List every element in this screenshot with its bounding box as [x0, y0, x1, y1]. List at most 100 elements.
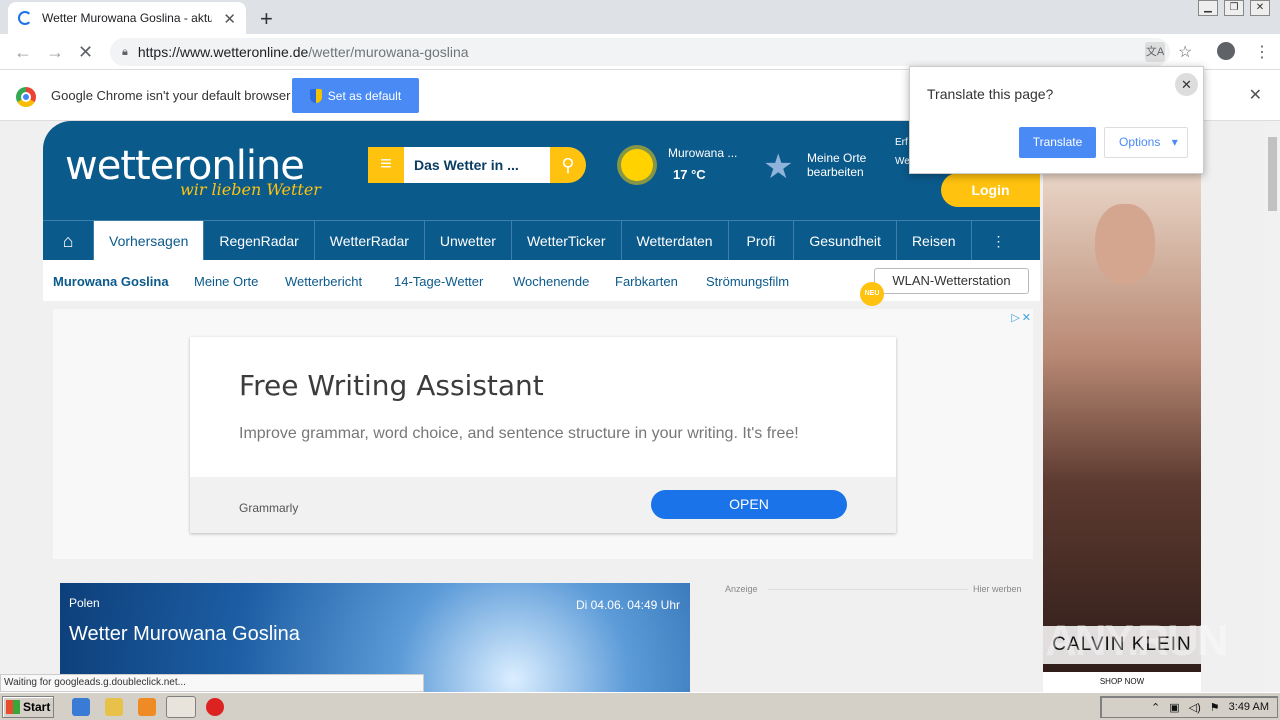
- ie-icon[interactable]: [72, 698, 90, 716]
- subnav-wochenende[interactable]: Wochenende: [513, 274, 589, 289]
- tab-active[interactable]: Wetter Murowana Goslina - aktuelle ✕: [8, 2, 246, 34]
- tab-close-icon[interactable]: ✕: [223, 10, 236, 28]
- translate-close-icon[interactable]: ✕: [1175, 73, 1198, 96]
- bookmark-star-icon[interactable]: ☆: [1178, 42, 1192, 62]
- current-weather-city[interactable]: Murowana ...: [668, 146, 737, 160]
- profile-icon[interactable]: [1217, 42, 1235, 60]
- infobar-close-icon[interactable]: ✕: [1249, 85, 1262, 105]
- status-bubble: Waiting for googleads.g.doubleclick.net.…: [0, 674, 424, 692]
- stop-app-icon[interactable]: [206, 698, 224, 716]
- subnav-farbkarten[interactable]: Farbkarten: [615, 274, 678, 289]
- search-icon[interactable]: ⚲: [550, 147, 586, 183]
- subnav-wetterbericht[interactable]: Wetterbericht: [285, 274, 362, 289]
- folder-icon[interactable]: [105, 698, 123, 716]
- ad-title: Free Writing Assistant: [239, 369, 544, 402]
- location-search-input[interactable]: Das Wetter in ...: [404, 147, 550, 183]
- back-icon[interactable]: ←: [14, 42, 32, 63]
- side-ad[interactable]: CALVIN KLEIN SHOP NOW: [1043, 174, 1201, 692]
- subnav-meine-orte[interactable]: Meine Orte: [194, 274, 258, 289]
- nav-profi[interactable]: Profi: [729, 221, 795, 261]
- anzeige-label: Anzeige: [725, 584, 758, 594]
- set-default-button[interactable]: Set as default: [292, 78, 419, 113]
- volume-icon[interactable]: ◁): [1189, 701, 1201, 714]
- page-content: wetteronline wir lieben Wetter ≡ Das Wet…: [0, 121, 1265, 692]
- tab-strip: Wetter Murowana Goslina - aktuelle ✕ + ▁…: [0, 0, 1280, 34]
- infobar-message: Google Chrome isn't your default browser: [51, 88, 291, 103]
- hier-werben-link[interactable]: Hier werben: [973, 584, 1022, 594]
- clock[interactable]: 3:49 AM: [1229, 701, 1269, 713]
- translate-options-button[interactable]: Options ▾: [1104, 127, 1188, 158]
- lock-icon: 🔒︎: [122, 45, 128, 58]
- url-text: https://www.wetteronline.de/wetter/murow…: [137, 44, 469, 60]
- more-icon[interactable]: ⋮: [972, 221, 1026, 261]
- loading-icon: [18, 11, 32, 25]
- ad-image: [1095, 204, 1155, 284]
- site-header: wetteronline wir lieben Wetter ≡ Das Wet…: [43, 121, 1040, 220]
- translate-button[interactable]: Translate: [1019, 127, 1096, 158]
- translate-icon[interactable]: 文A: [1145, 42, 1165, 62]
- login-button[interactable]: Login: [941, 173, 1040, 207]
- location-search: ≡ Das Wetter in ... ⚲: [368, 147, 586, 183]
- main-navigation: ⌂ Vorhersagen RegenRadar WetterRadar Unw…: [43, 220, 1040, 261]
- page-scrollbar[interactable]: [1265, 121, 1280, 692]
- minimize-button[interactable]: ▁: [1198, 0, 1218, 16]
- network-icon[interactable]: ▣: [1169, 701, 1179, 714]
- meine-orte-link[interactable]: Meine Orte bearbeiten: [807, 151, 866, 179]
- subnav-14-tage-wetter[interactable]: 14-Tage-Wetter: [394, 274, 483, 289]
- stop-icon[interactable]: ✕: [78, 42, 93, 63]
- nav-wetterdaten[interactable]: Wetterdaten: [622, 221, 729, 261]
- nav-wetterradar[interactable]: WetterRadar: [315, 221, 425, 261]
- translate-popup: Translate this page? ✕ Translate Options…: [909, 66, 1204, 174]
- current-temperature: 17 °C: [673, 167, 706, 182]
- nav-regenradar[interactable]: RegenRadar: [204, 221, 315, 261]
- windows-logo-icon: [6, 700, 20, 714]
- hamburger-menu-icon[interactable]: ≡: [368, 147, 404, 183]
- chrome-logo-icon: [16, 87, 36, 107]
- address-bar[interactable]: 🔒︎ https://www.wetteronline.de/wetter/mu…: [110, 38, 1170, 66]
- hero-datetime: Di 04.06. 04:49 Uhr: [575, 598, 680, 612]
- system-tray: ⌃ ▣ ◁) ⚑ 3:49 AM: [1100, 696, 1278, 718]
- tray-arrow-icon[interactable]: ⌃: [1151, 701, 1160, 714]
- start-button[interactable]: Start: [2, 696, 54, 718]
- nav-vorhersagen[interactable]: Vorhersagen: [94, 221, 205, 261]
- site-slogan: wir lieben Wetter: [180, 180, 321, 199]
- forward-icon[interactable]: →: [46, 42, 64, 63]
- nav-gesundheit[interactable]: Gesundheit: [794, 221, 897, 261]
- star-icon[interactable]: ★: [763, 147, 793, 187]
- flag-icon[interactable]: ⚑: [1210, 701, 1220, 714]
- nav-unwetter[interactable]: Unwetter: [425, 221, 512, 261]
- ad-choices-icon[interactable]: ▷✕: [1011, 311, 1033, 324]
- media-player-icon[interactable]: [138, 698, 156, 716]
- ad-description: Improve grammar, word choice, and senten…: [239, 425, 799, 442]
- translate-title: Translate this page?: [927, 86, 1054, 102]
- ad-brand: Grammarly: [239, 501, 299, 515]
- menu-icon[interactable]: ⋮: [1254, 42, 1270, 62]
- set-default-label: Set as default: [327, 88, 402, 103]
- watermark: ANY.RUN: [1045, 616, 1229, 665]
- close-window-button[interactable]: ✕: [1250, 0, 1270, 16]
- home-icon[interactable]: ⌂: [43, 221, 94, 261]
- chrome-taskbar-icon[interactable]: [166, 696, 196, 718]
- hero-country[interactable]: Polen: [69, 596, 100, 610]
- ad-open-button[interactable]: OPEN: [651, 490, 847, 519]
- new-tab-button[interactable]: +: [260, 6, 273, 32]
- shield-icon: [309, 88, 322, 103]
- divider: [768, 589, 968, 590]
- nav-reisen[interactable]: Reisen: [897, 221, 972, 261]
- wlan-wetterstation-button[interactable]: WLAN-Wetterstation: [874, 268, 1029, 294]
- sun-icon: [621, 149, 653, 181]
- scrollbar-thumb[interactable]: [1268, 137, 1277, 211]
- sub-navigation: Murowana Goslina Meine Orte Wetterberich…: [43, 260, 1040, 306]
- subnav-stroemungsfilm[interactable]: Strömungsfilm: [706, 274, 789, 289]
- window-controls: ▁ ❐ ✕: [1198, 0, 1270, 16]
- nav-wetterticker[interactable]: WetterTicker: [512, 221, 622, 261]
- tab-title: Wetter Murowana Goslina - aktuelle: [42, 11, 212, 25]
- restore-button[interactable]: ❐: [1224, 0, 1244, 16]
- ad-card[interactable]: Free Writing Assistant Improve grammar, …: [190, 337, 896, 533]
- subnav-murowana-goslina[interactable]: Murowana Goslina: [53, 274, 169, 289]
- side-ad-shop[interactable]: SHOP NOW: [1043, 672, 1201, 692]
- browser-toolbar: ← → ✕ 🔒︎ https://www.wetteronline.de/wet…: [0, 34, 1280, 70]
- neu-badge: NEU: [860, 282, 884, 306]
- ad-footer: Grammarly OPEN: [190, 477, 896, 533]
- windows-taskbar: Start ⌃ ▣ ◁) ⚑ 3:49 AM: [0, 692, 1280, 720]
